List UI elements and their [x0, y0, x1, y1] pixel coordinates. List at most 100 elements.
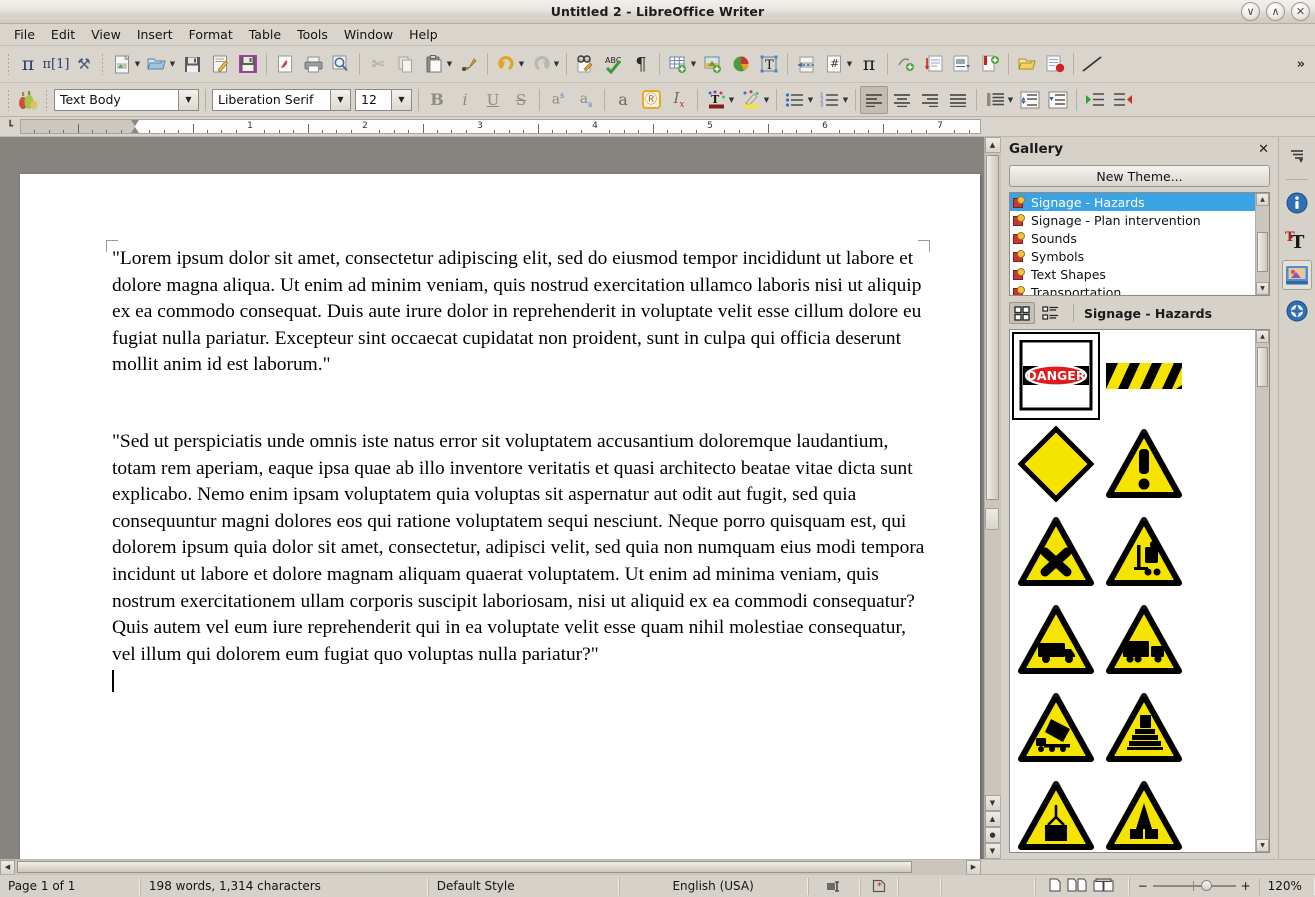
- formatting-toolbar-grip-2[interactable]: [45, 88, 49, 111]
- find-replace-icon[interactable]: [571, 50, 599, 78]
- close-button[interactable]: ✕: [1291, 2, 1310, 21]
- unordered-list-button[interactable]: [781, 86, 809, 114]
- insert-bookmark-icon[interactable]: [976, 50, 1004, 78]
- scroll-split-handle[interactable]: [984, 508, 999, 530]
- icon-view-icon[interactable]: [1009, 302, 1035, 324]
- character-highlight-button[interactable]: a: [609, 86, 637, 114]
- single-page-view-icon[interactable]: [1049, 878, 1061, 895]
- previous-page-button[interactable]: ▲: [984, 811, 1001, 827]
- cut-icon[interactable]: ✄: [364, 50, 392, 78]
- superscript-button[interactable]: as: [544, 86, 572, 114]
- formatting-marks-icon[interactable]: ¶: [627, 50, 655, 78]
- document-page[interactable]: "Lorem ipsum dolor sit amet, consectetur…: [20, 174, 980, 859]
- insert-text-box-icon[interactable]: T: [755, 50, 783, 78]
- gallery-item-harmful-substance-sign[interactable]: [1012, 508, 1100, 596]
- clear-formatting-button[interactable]: Ix: [665, 86, 693, 114]
- gallery-theme-symbols[interactable]: Symbols: [1010, 247, 1255, 265]
- italic-button[interactable]: i: [451, 86, 479, 114]
- insert-image-icon[interactable]: [699, 50, 727, 78]
- new-theme-button[interactable]: New Theme...: [1009, 165, 1270, 187]
- sidebar-navigator-icon[interactable]: [1282, 296, 1312, 326]
- toolbar-grip[interactable]: [7, 53, 11, 75]
- increase-paragraph-spacing-button[interactable]: [1016, 86, 1044, 114]
- document-horizontal-scrollbar[interactable]: ◀ ▶: [0, 859, 1315, 875]
- print-icon[interactable]: [299, 50, 327, 78]
- gallery-item-danger-sign[interactable]: DANGER: [1012, 332, 1100, 420]
- document-area[interactable]: "Lorem ipsum dolor sit amet, consectetur…: [0, 137, 984, 859]
- zoom-slider-track[interactable]: [1152, 880, 1236, 891]
- theme-scroll-up-button[interactable]: ▲: [1256, 193, 1269, 206]
- menu-format[interactable]: Format: [181, 25, 241, 44]
- font-name-dropdown-arrow[interactable]: ▼: [330, 88, 351, 111]
- character-shadow-button[interactable]: Ⓡ: [637, 86, 665, 114]
- gallery-theme-signage-hazards[interactable]: Signage - Hazards: [1010, 193, 1255, 211]
- horizontal-ruler[interactable]: 1 2 3 4 5 6 7: [20, 119, 981, 134]
- menu-tools[interactable]: Tools: [289, 25, 336, 44]
- insert-footnote-icon[interactable]: [920, 50, 948, 78]
- zoom-level-value[interactable]: 120%: [1258, 877, 1315, 895]
- toolbar-overflow-button[interactable]: »: [1297, 57, 1311, 72]
- insert-chart-icon[interactable]: [727, 50, 755, 78]
- spelling-icon[interactable]: ABC: [599, 50, 627, 78]
- formatting-toolbar-grip[interactable]: [7, 88, 11, 111]
- paragraph-style-value[interactable]: Text Body: [54, 88, 178, 111]
- scroll-right-button[interactable]: ▶: [966, 859, 981, 875]
- gallery-item-crushing-hazard-sign[interactable]: [1100, 772, 1188, 852]
- justified-button[interactable]: [944, 86, 972, 114]
- theme-scroll-down-button[interactable]: ▼: [1256, 282, 1269, 295]
- insert-special-character-icon[interactable]: [892, 50, 920, 78]
- gallery-item-forklift-warning-sign[interactable]: [1100, 508, 1188, 596]
- zoom-slider[interactable]: − +: [1128, 877, 1259, 895]
- theme-scroll-thumb[interactable]: [1257, 232, 1268, 272]
- zoom-in-button[interactable]: +: [1241, 879, 1251, 893]
- gallery-item-hazard-stripes[interactable]: [1100, 332, 1188, 420]
- gallery-scroll-track[interactable]: [1256, 343, 1269, 839]
- menu-table[interactable]: Table: [241, 25, 289, 44]
- menu-edit[interactable]: Edit: [43, 25, 83, 44]
- edit-file-icon[interactable]: [206, 50, 234, 78]
- selection-mode-icon[interactable]: [807, 877, 860, 895]
- document-text-body[interactable]: "Lorem ipsum dolor sit amet, consectetur…: [112, 246, 925, 697]
- menu-view[interactable]: View: [83, 25, 129, 44]
- gallery-scrollbar[interactable]: ▲ ▼: [1255, 330, 1269, 852]
- gallery-scroll-down-button[interactable]: ▼: [1256, 839, 1269, 852]
- gallery-icon[interactable]: [14, 86, 42, 114]
- new-document-icon[interactable]: [108, 50, 136, 78]
- list-view-icon[interactable]: [1037, 302, 1063, 324]
- gallery-theme-sounds[interactable]: Sounds: [1010, 229, 1255, 247]
- scroll-left-button[interactable]: ◀: [0, 859, 15, 875]
- menu-file[interactable]: File: [6, 25, 43, 44]
- status-page-style[interactable]: Default Style: [427, 877, 619, 895]
- sidebar-settings-icon[interactable]: [1282, 141, 1312, 171]
- empty-paragraph-with-cursor[interactable]: [112, 669, 925, 696]
- gallery-theme-signage-plan-intervention[interactable]: Signage - Plan intervention: [1010, 211, 1255, 229]
- menu-window[interactable]: Window: [336, 25, 401, 44]
- paragraph-2[interactable]: "Sed ut perspiciatis unde omnis iste nat…: [112, 429, 925, 668]
- insert-hyperlink-icon[interactable]: [1013, 50, 1041, 78]
- decrease-indent-button[interactable]: [1109, 86, 1137, 114]
- print-preview-icon[interactable]: [327, 50, 355, 78]
- save-as-icon[interactable]: [234, 50, 262, 78]
- increase-indent-button[interactable]: [1081, 86, 1109, 114]
- paragraph-1[interactable]: "Lorem ipsum dolor sit amet, consectetur…: [112, 246, 925, 379]
- gallery-items-container[interactable]: DANGER ▲ ▼: [1009, 329, 1270, 853]
- bold-button[interactable]: B: [423, 86, 451, 114]
- underline-button[interactable]: U: [479, 86, 507, 114]
- document-vertical-scrollbar[interactable]: ▲ ▼ ▲ ● ▼: [984, 137, 1001, 859]
- gallery-scroll-thumb[interactable]: [1257, 347, 1268, 387]
- insert-field-icon[interactable]: #: [820, 50, 848, 78]
- insert-line-icon[interactable]: [1078, 50, 1106, 78]
- export-pdf-icon[interactable]: [271, 50, 299, 78]
- gallery-item-truck-warning-sign[interactable]: [1012, 596, 1100, 684]
- decrease-paragraph-spacing-button[interactable]: [1044, 86, 1072, 114]
- paste-icon[interactable]: [420, 50, 448, 78]
- next-page-button[interactable]: ▼: [984, 843, 1001, 859]
- open-document-icon[interactable]: [143, 50, 171, 78]
- navigation-button[interactable]: ●: [984, 827, 1001, 843]
- font-size-value[interactable]: 12: [355, 88, 391, 111]
- gallery-theme-list[interactable]: Signage - Hazards Signage - Plan interve…: [1009, 192, 1270, 296]
- ruler-corner-tab-selector[interactable]: ┗: [0, 117, 20, 137]
- status-page-number[interactable]: Page 1 of 1: [0, 877, 140, 895]
- save-icon[interactable]: [178, 50, 206, 78]
- align-left-button[interactable]: [860, 85, 888, 114]
